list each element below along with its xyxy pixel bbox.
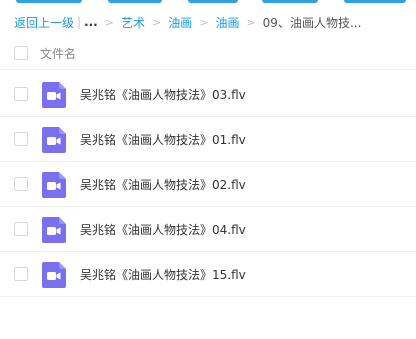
file-name[interactable]: 吴兆铭《油画人物技法》03.flv: [80, 86, 246, 103]
video-icon: [42, 217, 66, 243]
select-all-checkbox[interactable]: [14, 46, 28, 60]
chevron-right-icon: >: [104, 15, 114, 29]
tab-indicator: [16, 0, 82, 3]
file-name[interactable]: 吴兆铭《油画人物技法》02.flv: [80, 176, 246, 193]
file-row[interactable]: 吴兆铭《油画人物技法》04.flv: [0, 207, 416, 252]
file-list-header: 文件名: [0, 37, 416, 70]
video-icon: [42, 262, 66, 288]
file-name[interactable]: 吴兆铭《油画人物技法》04.flv: [80, 221, 246, 238]
top-tab-indicators: [0, 0, 416, 4]
tab-indicator: [188, 0, 238, 3]
breadcrumb-item-art[interactable]: 艺术: [121, 14, 145, 31]
tab-indicator: [108, 0, 162, 3]
breadcrumb-ellipsis[interactable]: ...: [84, 15, 98, 29]
chevron-right-icon: >: [199, 15, 209, 29]
column-header-filename[interactable]: 文件名: [40, 45, 76, 62]
video-icon: [42, 82, 66, 108]
breadcrumb-item-oil-painting[interactable]: 油画: [168, 14, 192, 31]
back-link[interactable]: 返回上一级: [14, 14, 74, 31]
file-row[interactable]: 吴兆铭《油画人物技法》03.flv: [0, 72, 416, 117]
file-row[interactable]: 吴兆铭《油画人物技法》15.flv: [0, 252, 416, 297]
video-icon: [42, 127, 66, 153]
file-name[interactable]: 吴兆铭《油画人物技法》15.flv: [80, 266, 246, 283]
file-row[interactable]: 吴兆铭《油画人物技法》02.flv: [0, 162, 416, 207]
chevron-right-icon: >: [151, 15, 162, 29]
row-checkbox[interactable]: [14, 87, 28, 101]
tab-indicator: [344, 0, 406, 3]
video-icon: [42, 172, 66, 198]
file-row[interactable]: 吴兆铭《油画人物技法》01.flv: [0, 117, 416, 162]
breadcrumb-current: 09、油画人物技...: [262, 15, 362, 30]
chevron-right-icon: >: [246, 15, 256, 29]
breadcrumb-divider: |: [77, 15, 82, 29]
file-name[interactable]: 吴兆铭《油画人物技法》01.flv: [80, 131, 246, 148]
row-checkbox[interactable]: [14, 177, 28, 191]
row-checkbox[interactable]: [14, 222, 28, 236]
tab-indicator: [262, 0, 318, 3]
row-checkbox[interactable]: [14, 267, 28, 281]
breadcrumb-item-oil-painting-sub[interactable]: 油画: [215, 14, 239, 31]
row-checkbox[interactable]: [14, 132, 28, 146]
breadcrumb: 返回上一级 | ... > 艺术 > 油画 > 油画 > 09、油画人物技...: [14, 13, 361, 31]
